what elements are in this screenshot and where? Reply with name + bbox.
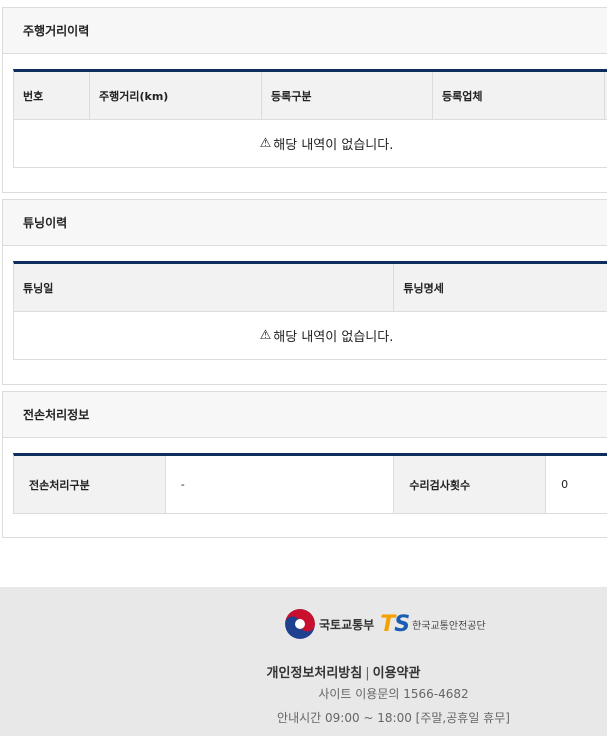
column-header-registrar: 등록업체 (433, 72, 605, 119)
empty-message-row: ⚠ 해당 내역이 없습니다. (14, 120, 607, 168)
warning-icon: ⚠ (259, 328, 272, 343)
repair-inspection-count-value: 0 (546, 456, 607, 513)
tuning-history-table: 튜닝일 튜닝명세 ⚠ 해당 내역이 없습니다. (13, 261, 607, 360)
footer-logos: 국토교통부 TS 한국교통안전공단 (285, 609, 486, 639)
privacy-policy-link[interactable]: 개인정보처리방침 (267, 666, 363, 681)
total-loss-table: 전손처리구분 - 수리검사횟수 0 (13, 453, 607, 514)
table-header: 튜닝일 튜닝명세 (14, 264, 607, 312)
ministry-name: 국토교통부 (319, 617, 375, 632)
empty-message: 해당 내역이 없습니다. (273, 330, 394, 345)
agency-name: 한국교통안전공단 (412, 620, 486, 632)
column-header-tuning-date: 튜닝일 (14, 264, 395, 311)
footer-link-separator: | (365, 666, 370, 681)
warning-icon: ⚠ (259, 136, 272, 151)
footer: 국토교통부 TS 한국교통안전공단 개인정보처리방침 | 이용약관 사이트 이용문의… (0, 587, 607, 736)
empty-message-row: ⚠ 해당 내역이 없습니다. (14, 312, 607, 360)
total-loss-title: 전손처리정보 (3, 392, 607, 438)
total-loss-type-label: 전손처리구분 (14, 456, 166, 513)
repair-inspection-count-label: 수리검사횟수 (394, 456, 547, 513)
mileage-history-section: 주행거리이력 번호 주행거리(km) 등록구분 등록업체 ⚠ 해당 내역이 없습… (2, 7, 607, 193)
column-header-registration-type: 등록구분 (262, 72, 433, 119)
site-inquiry-info: 사이트 이용문의 1566-4682 (318, 687, 469, 701)
mileage-history-table: 번호 주행거리(km) 등록구분 등록업체 ⚠ 해당 내역이 없습니다. (13, 69, 607, 168)
tuning-history-section: 튜닝이력 튜닝일 튜닝명세 ⚠ 해당 내역이 없습니다. (2, 199, 607, 385)
table-header: 번호 주행거리(km) 등록구분 등록업체 (14, 72, 607, 120)
total-loss-type-value: - (165, 456, 395, 513)
service-hours-info: 안내시간 09:00 ~ 18:00 [주말,공휴일 휴무] (277, 711, 510, 725)
footer-links: 개인정보처리방침 | 이용약관 (0, 662, 607, 681)
column-header-mileage: 주행거리(km) (90, 72, 262, 119)
total-loss-section: 전손처리정보 전손처리구분 - 수리검사횟수 0 (2, 391, 607, 538)
tuning-history-title: 튜닝이력 (3, 200, 607, 246)
column-header-tuning-details: 튜닝명세 (394, 264, 607, 311)
table-row: 전손처리구분 - 수리검사횟수 0 (14, 456, 607, 514)
mileage-history-title: 주행거리이력 (3, 8, 607, 54)
empty-message: 해당 내역이 없습니다. (273, 138, 394, 153)
ts-logo: TS (380, 611, 410, 637)
column-header-number: 번호 (14, 72, 90, 119)
terms-of-use-link[interactable]: 이용약관 (373, 666, 421, 681)
government-emblem-icon (285, 609, 315, 639)
